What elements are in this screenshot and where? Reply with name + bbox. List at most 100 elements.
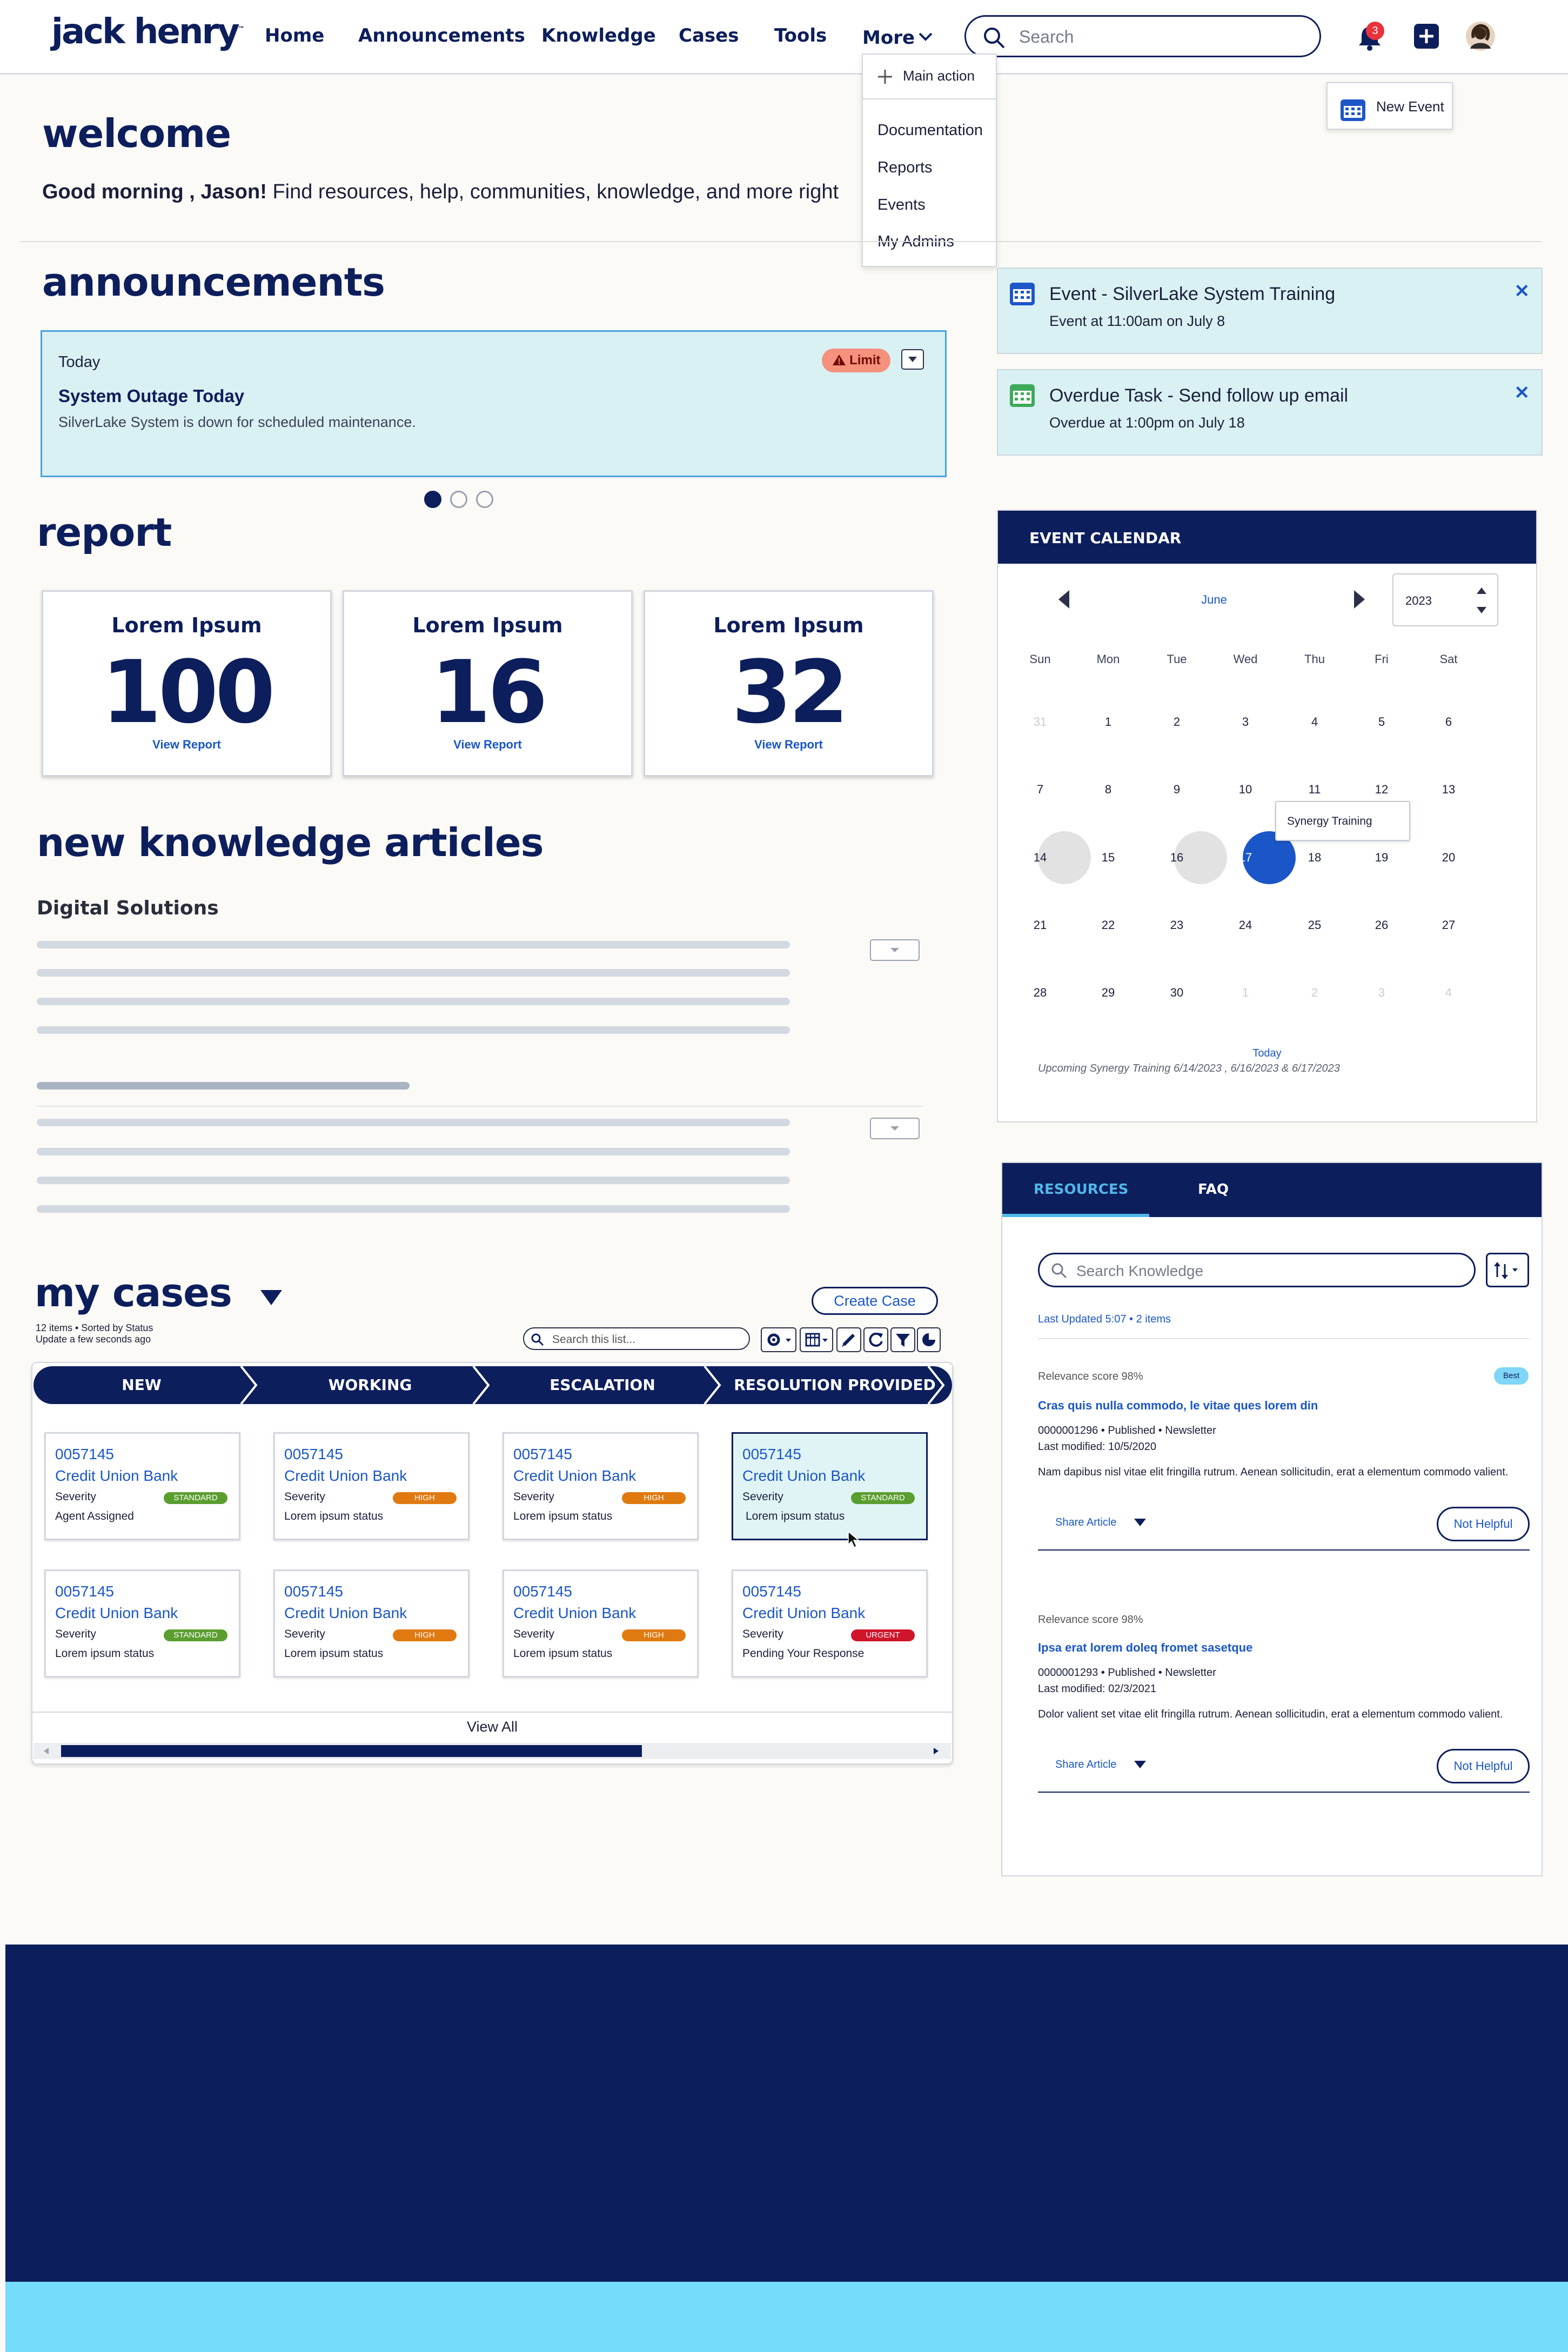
nav-knowledge[interactable]: Knowledge bbox=[541, 25, 656, 46]
year-picker[interactable]: 2023 bbox=[1392, 573, 1498, 626]
announcement-menu-button[interactable] bbox=[901, 349, 924, 370]
announcement-card[interactable]: Today System Outage Today SilverLake Sys… bbox=[41, 330, 947, 477]
calendar-day[interactable]: 20 bbox=[1432, 851, 1465, 865]
chevron-down-icon[interactable] bbox=[917, 31, 934, 42]
menu-item-events[interactable]: Events bbox=[877, 196, 926, 214]
task-notice[interactable]: Overdue Task - Send follow up email Over… bbox=[997, 369, 1543, 456]
calendar-day[interactable]: 11 bbox=[1298, 783, 1331, 797]
calendar-day[interactable]: 10 bbox=[1229, 783, 1262, 797]
calendar-day[interactable]: 6 bbox=[1432, 715, 1465, 729]
calendar-day[interactable]: 19 bbox=[1365, 851, 1398, 865]
previous-month-icon[interactable] bbox=[1056, 589, 1071, 610]
knowledge-search-input[interactable]: Search Knowledge bbox=[1038, 1253, 1476, 1287]
scroll-right-icon[interactable] bbox=[932, 1747, 940, 1755]
add-icon[interactable] bbox=[1414, 24, 1439, 49]
create-case-button[interactable]: Create Case bbox=[812, 1287, 938, 1315]
case-search-input[interactable]: Search this list... bbox=[523, 1327, 750, 1350]
calendar-day[interactable]: 31 bbox=[1024, 715, 1056, 729]
calendar-day[interactable]: 5 bbox=[1365, 715, 1398, 729]
carousel-dot-3[interactable] bbox=[476, 491, 493, 508]
view-report-link[interactable]: View Report bbox=[43, 738, 330, 752]
stage-working[interactable]: WORKING bbox=[259, 1366, 481, 1404]
list-view-dropdown-icon[interactable] bbox=[259, 1289, 283, 1306]
filter-button[interactable] bbox=[890, 1327, 915, 1352]
not-helpful-button[interactable]: Not Helpful bbox=[1437, 1749, 1530, 1783]
stage-escalation[interactable]: ESCALATION bbox=[489, 1366, 716, 1404]
stage-new[interactable]: NEW bbox=[33, 1366, 250, 1404]
calendar-day[interactable]: 15 bbox=[1092, 851, 1124, 865]
case-card[interactable]: 0057145 Credit Union Bank Severity HIGH Lore… bbox=[502, 1569, 699, 1678]
close-icon[interactable]: ✕ bbox=[1515, 280, 1530, 302]
nav-cases[interactable]: Cases bbox=[679, 25, 739, 46]
calendar-day[interactable]: 3 bbox=[1365, 986, 1398, 1000]
sort-button[interactable] bbox=[1486, 1253, 1529, 1287]
calendar-day[interactable]: 22 bbox=[1092, 918, 1124, 932]
article-title-link[interactable]: Cras quis nulla commodo, le vitae ques l… bbox=[1038, 1399, 1318, 1413]
event-notice[interactable]: Event - SilverLake System Training Event… bbox=[997, 268, 1543, 354]
calendar-day[interactable]: 7 bbox=[1024, 783, 1056, 797]
nav-home[interactable]: Home bbox=[265, 25, 324, 46]
menu-main-action[interactable]: Main action bbox=[903, 68, 975, 84]
stage-resolution-provided[interactable]: RESOLUTION PROVIDED bbox=[719, 1366, 951, 1404]
view-report-link[interactable]: View Report bbox=[645, 738, 932, 752]
menu-item-reports[interactable]: Reports bbox=[877, 159, 933, 177]
edit-button[interactable] bbox=[836, 1327, 861, 1352]
calendar-day[interactable]: 4 bbox=[1432, 986, 1465, 1000]
caret-down-icon[interactable] bbox=[1133, 1759, 1147, 1770]
nav-tools[interactable]: Tools bbox=[774, 25, 827, 46]
calendar-day[interactable]: 2 bbox=[1161, 715, 1193, 729]
article-title-link[interactable]: Ipsa erat lorem doleq fromet sasetque bbox=[1038, 1641, 1252, 1655]
calendar-day[interactable]: 28 bbox=[1024, 986, 1056, 1000]
calendar-day[interactable]: 1 bbox=[1092, 715, 1124, 729]
case-card[interactable]: 0057145 Credit Union Bank Severity HIGH Lore… bbox=[273, 1569, 470, 1678]
share-article-link[interactable]: Share Article bbox=[1055, 1516, 1116, 1529]
calendar-day[interactable]: 3 bbox=[1229, 715, 1262, 729]
global-search-input[interactable]: Search bbox=[964, 15, 1321, 57]
view-report-link[interactable]: View Report bbox=[344, 738, 631, 752]
calendar-day[interactable]: 17 bbox=[1229, 851, 1262, 865]
view-all-link[interactable]: View All bbox=[32, 1719, 952, 1735]
nav-more[interactable]: More bbox=[862, 27, 915, 49]
display-as-button[interactable] bbox=[800, 1327, 833, 1352]
article-expand-button[interactable] bbox=[870, 939, 920, 961]
calendar-day[interactable]: 14 bbox=[1024, 851, 1056, 865]
caret-down-icon[interactable] bbox=[1133, 1516, 1147, 1528]
calendar-day[interactable]: 26 bbox=[1365, 918, 1398, 932]
carousel-dot-2[interactable] bbox=[450, 491, 467, 508]
calendar-day[interactable]: 12 bbox=[1365, 783, 1398, 797]
case-card[interactable]: 0057145 Credit Union Bank Severity STANDARD… bbox=[44, 1569, 240, 1678]
article-expand-button[interactable] bbox=[870, 1118, 920, 1139]
case-card[interactable]: 0057145 Credit Union Bank Severity HIGH Lore… bbox=[502, 1432, 699, 1540]
tab-resources[interactable]: RESOURCES bbox=[1002, 1163, 1149, 1217]
calendar-day[interactable]: 1 bbox=[1229, 986, 1262, 1000]
settings-menu-button[interactable] bbox=[761, 1327, 796, 1352]
chart-button[interactable] bbox=[917, 1327, 941, 1352]
scrollbar-thumb[interactable] bbox=[61, 1745, 642, 1757]
not-helpful-button[interactable]: Not Helpful bbox=[1437, 1507, 1530, 1541]
carousel-dot-1[interactable] bbox=[424, 491, 441, 508]
case-card[interactable]: 0057145 Credit Union Bank Severity HIGH Lore… bbox=[273, 1432, 470, 1540]
tab-faq[interactable]: FAQ bbox=[1198, 1163, 1268, 1217]
case-card[interactable]: 0057145 Credit Union Bank Severity STANDARD… bbox=[44, 1432, 240, 1540]
next-month-icon[interactable] bbox=[1352, 589, 1367, 610]
calendar-day[interactable]: 18 bbox=[1298, 851, 1331, 865]
menu-item-documentation[interactable]: Documentation bbox=[877, 122, 983, 139]
new-event-button[interactable]: New Event bbox=[1326, 82, 1453, 130]
scroll-left-icon[interactable] bbox=[42, 1747, 51, 1755]
nav-announcements[interactable]: Announcements bbox=[358, 25, 525, 46]
user-avatar[interactable] bbox=[1466, 22, 1495, 51]
calendar-day[interactable]: 24 bbox=[1229, 918, 1262, 932]
calendar-day[interactable]: 29 bbox=[1092, 986, 1124, 1000]
calendar-day[interactable]: 9 bbox=[1161, 783, 1193, 797]
calendar-day[interactable]: 25 bbox=[1298, 918, 1331, 932]
calendar-day[interactable]: 27 bbox=[1432, 918, 1465, 932]
jack-henry-logo[interactable]: jack henry™ bbox=[51, 12, 245, 52]
calendar-day[interactable]: 4 bbox=[1298, 715, 1331, 729]
calendar-day[interactable]: 2 bbox=[1298, 986, 1331, 1000]
calendar-day[interactable]: 16 bbox=[1161, 851, 1193, 865]
calendar-day[interactable]: 8 bbox=[1092, 783, 1124, 797]
refresh-button[interactable] bbox=[863, 1327, 888, 1352]
share-article-link[interactable]: Share Article bbox=[1055, 1759, 1116, 1771]
calendar-day[interactable]: 30 bbox=[1161, 986, 1193, 1000]
calendar-day[interactable]: 23 bbox=[1161, 918, 1193, 932]
